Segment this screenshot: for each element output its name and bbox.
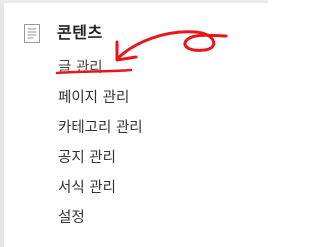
menu-item-notices[interactable]: 공지 관리: [58, 143, 143, 173]
menu-item-settings[interactable]: 설정: [58, 203, 143, 233]
content-menu: 글 관리 페이지 관리 카테고리 관리 공지 관리 서식 관리 설정: [58, 53, 143, 233]
menu-item-templates[interactable]: 서식 관리: [58, 173, 143, 203]
menu-item-categories[interactable]: 카테고리 관리: [58, 113, 143, 143]
document-icon: [24, 24, 40, 43]
menu-item-pages[interactable]: 페이지 관리: [58, 83, 143, 113]
section-title: 콘텐츠: [57, 23, 103, 42]
sidebar-panel: 콘텐츠 글 관리 페이지 관리 카테고리 관리 공지 관리 서식 관리 설정: [0, 0, 268, 247]
menu-item-posts[interactable]: 글 관리: [58, 53, 143, 83]
